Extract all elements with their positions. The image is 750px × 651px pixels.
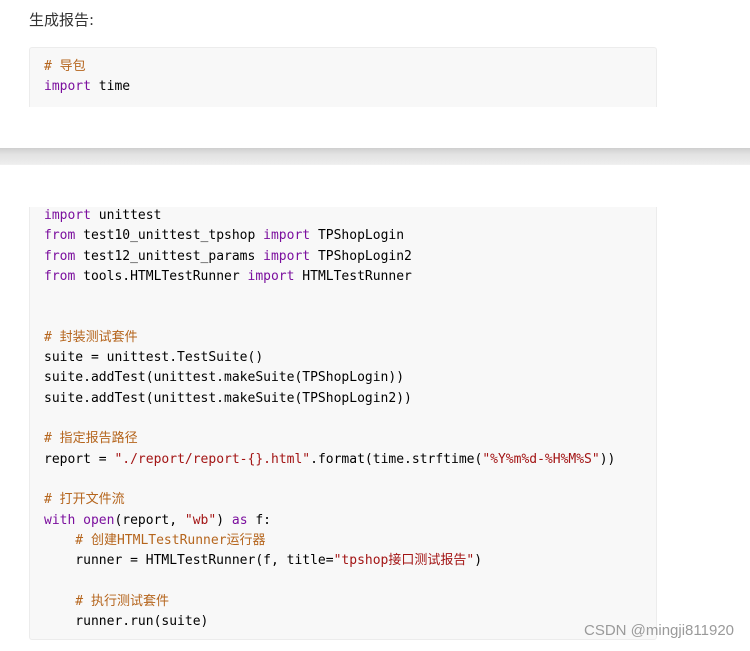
code-token-keyword: with xyxy=(44,512,76,528)
code-token-keyword: from xyxy=(44,268,76,284)
code-line: from tools.HTMLTestRunner import HTMLTes… xyxy=(44,267,412,287)
code-token-keyword: as xyxy=(231,512,248,528)
code-token-keyword: import xyxy=(44,208,91,223)
code-line: runner = HTMLTestRunner(f, title="tpshop… xyxy=(44,551,482,571)
code-token-keyword: from xyxy=(44,228,76,244)
code-token-comment: # 打开文件流 xyxy=(44,492,125,508)
code-line: with open(report, "wb") as f: xyxy=(44,511,271,531)
code-token-string: "%Y%m%d-%H%M%S" xyxy=(482,451,600,467)
code-token: runner.run(suite) xyxy=(44,614,209,629)
code-token-comment: # 创建HTMLTestRunner运行器 xyxy=(44,532,266,548)
code-token-string: "./report/report-{}.html" xyxy=(114,451,311,467)
code-token-comment: # 封装测试套件 xyxy=(44,329,138,345)
code-token: suite.addTest(unittest.makeSuite(TPShopL… xyxy=(44,370,405,386)
code-token: ) xyxy=(216,512,232,528)
code-token-keyword: import xyxy=(44,79,91,95)
code-token: TPShopLogin2 xyxy=(310,248,412,264)
csdn-watermark: CSDN @mingji811920 xyxy=(583,622,734,639)
code-token: tools.HTMLTestRunner xyxy=(75,268,248,284)
code-token-keyword: import xyxy=(263,248,311,264)
code-line: report = "./report/report-{}.html".forma… xyxy=(44,450,615,470)
code-line: runner.run(suite) xyxy=(44,612,208,632)
code-token: HTMLTestRunner xyxy=(294,268,412,284)
code-block-bottom: import unittest from test10_unittest_tpsh… xyxy=(29,207,657,640)
code-token: )) xyxy=(599,451,616,467)
code-line: suite.addTest(unittest.makeSuite(TPShopL… xyxy=(44,389,412,409)
code-line: # 导包 xyxy=(44,57,86,77)
code-token-comment: # 导包 xyxy=(44,59,86,74)
code-token-string: "wb" xyxy=(184,512,217,528)
code-line: # 指定报告路径 xyxy=(44,429,138,449)
code-line: from test10_unittest_tpshop import TPSho… xyxy=(44,226,404,246)
code-line: # 打开文件流 xyxy=(44,490,125,510)
code-token: ) xyxy=(474,553,483,569)
code-token: report = xyxy=(44,451,115,467)
code-token: runner = HTMLTestRunner(f, title= xyxy=(44,553,334,569)
code-line: suite = unittest.TestSuite() xyxy=(44,348,263,368)
code-token: (report, xyxy=(114,512,185,528)
code-line: # 封装测试套件 xyxy=(44,328,138,348)
code-token: TPShopLogin xyxy=(310,228,405,244)
code-block-top: # 导包 import time xyxy=(29,47,657,107)
code-line: from test12_unittest_params import TPSho… xyxy=(44,247,412,267)
code-token: time xyxy=(90,79,131,95)
code-token-string: "tpshop接口测试报告" xyxy=(333,553,475,569)
code-token: test10_unittest_tpshop xyxy=(75,228,264,244)
page-break-divider xyxy=(0,148,750,164)
code-token: test12_unittest_params xyxy=(75,248,264,264)
code-line: # 执行测试套件 xyxy=(44,592,169,612)
code-token: unittest xyxy=(90,208,162,223)
code-token: f: xyxy=(247,512,272,528)
section-heading: 生成报告: xyxy=(29,11,95,29)
code-token: suite.addTest(unittest.makeSuite(TPShopL… xyxy=(44,390,412,406)
page-break-divider-edge xyxy=(0,164,750,165)
code-token-keyword: import xyxy=(263,228,311,244)
code-line: import unittest xyxy=(44,206,161,226)
code-token-builtin: open xyxy=(83,512,115,528)
code-token: suite = unittest.TestSuite() xyxy=(44,350,264,366)
code-token: .format(time.strftime( xyxy=(310,451,483,467)
code-token-keyword: from xyxy=(44,248,76,264)
code-token-comment: # 执行测试套件 xyxy=(44,593,169,609)
code-line: import time xyxy=(44,77,130,97)
code-line: # 创建HTMLTestRunner运行器 xyxy=(44,531,266,551)
code-token-keyword: import xyxy=(247,268,295,284)
code-token-comment: # 指定报告路径 xyxy=(44,431,138,447)
code-line: suite.addTest(unittest.makeSuite(TPShopL… xyxy=(44,368,404,388)
